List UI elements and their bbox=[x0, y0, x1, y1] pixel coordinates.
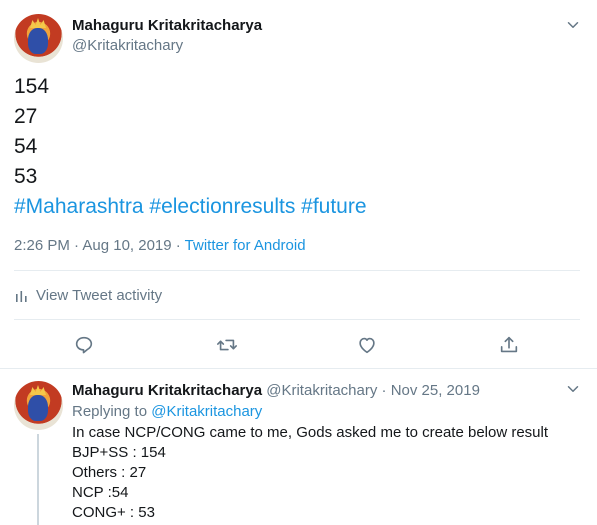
main-tweet-body: 154 27 54 53 #Maharashtra #electionresul… bbox=[14, 72, 367, 222]
main-tweet-author-name[interactable]: Mahaguru Kritakritacharya bbox=[72, 17, 262, 34]
tweet-hashtags[interactable]: #Maharashtra #electionresults #future bbox=[14, 192, 367, 222]
divider bbox=[14, 270, 580, 271]
heart-icon[interactable] bbox=[356, 334, 378, 356]
replying-to: Replying to @Kritakritachary bbox=[72, 403, 262, 420]
tweet-line: 154 bbox=[14, 75, 50, 98]
reply-icon[interactable] bbox=[73, 334, 95, 356]
thread-connector-line bbox=[37, 434, 39, 525]
retweet-icon[interactable] bbox=[216, 334, 238, 356]
chevron-down-icon[interactable] bbox=[564, 380, 582, 398]
tweet-line: 54 bbox=[14, 135, 38, 158]
reply-line: In case NCP/CONG came to me, Gods asked … bbox=[72, 424, 549, 441]
reply-line: CONG+ : 53 bbox=[72, 504, 155, 521]
main-tweet-author-handle[interactable]: @Kritakritachary bbox=[72, 37, 183, 54]
reply-tweet-date[interactable]: Nov 25, 2019 bbox=[391, 382, 480, 399]
divider bbox=[14, 319, 580, 320]
view-tweet-activity[interactable]: View Tweet activity bbox=[14, 287, 162, 304]
reply-line: BJP+SS : 154 bbox=[72, 444, 166, 461]
reply-tweet-author-handle[interactable]: @Kritakritachary bbox=[266, 382, 377, 399]
reply-tweet-header: Mahaguru Kritakritacharya @Kritakritacha… bbox=[72, 382, 480, 399]
reply-tweet-avatar[interactable] bbox=[14, 381, 63, 430]
bar-chart-icon bbox=[16, 290, 27, 302]
tweet-meta: 2:26 PM · Aug 10, 2019 · Twitter for And… bbox=[14, 237, 306, 254]
tweet-line: 27 bbox=[14, 105, 38, 128]
share-icon[interactable] bbox=[498, 334, 520, 356]
tweet-timestamp[interactable]: 2:26 PM · Aug 10, 2019 · bbox=[14, 237, 185, 254]
replying-to-handle[interactable]: @Kritakritachary bbox=[151, 403, 262, 420]
reply-tweet-author-name[interactable]: Mahaguru Kritakritacharya bbox=[72, 382, 262, 399]
chevron-down-icon[interactable] bbox=[564, 16, 582, 34]
reply-line: Others : 27 bbox=[72, 464, 147, 481]
reply-line: NCP :54 bbox=[72, 484, 129, 501]
main-tweet-avatar[interactable] bbox=[14, 14, 63, 63]
view-tweet-activity-label: View Tweet activity bbox=[36, 287, 163, 304]
tweet-line: 53 bbox=[14, 165, 38, 188]
replying-to-prefix: Replying to bbox=[72, 403, 152, 420]
divider bbox=[0, 368, 597, 369]
reply-tweet-body: In case NCP/CONG came to me, Gods asked … bbox=[72, 423, 548, 523]
tweet-source-link[interactable]: Twitter for Android bbox=[185, 237, 306, 254]
